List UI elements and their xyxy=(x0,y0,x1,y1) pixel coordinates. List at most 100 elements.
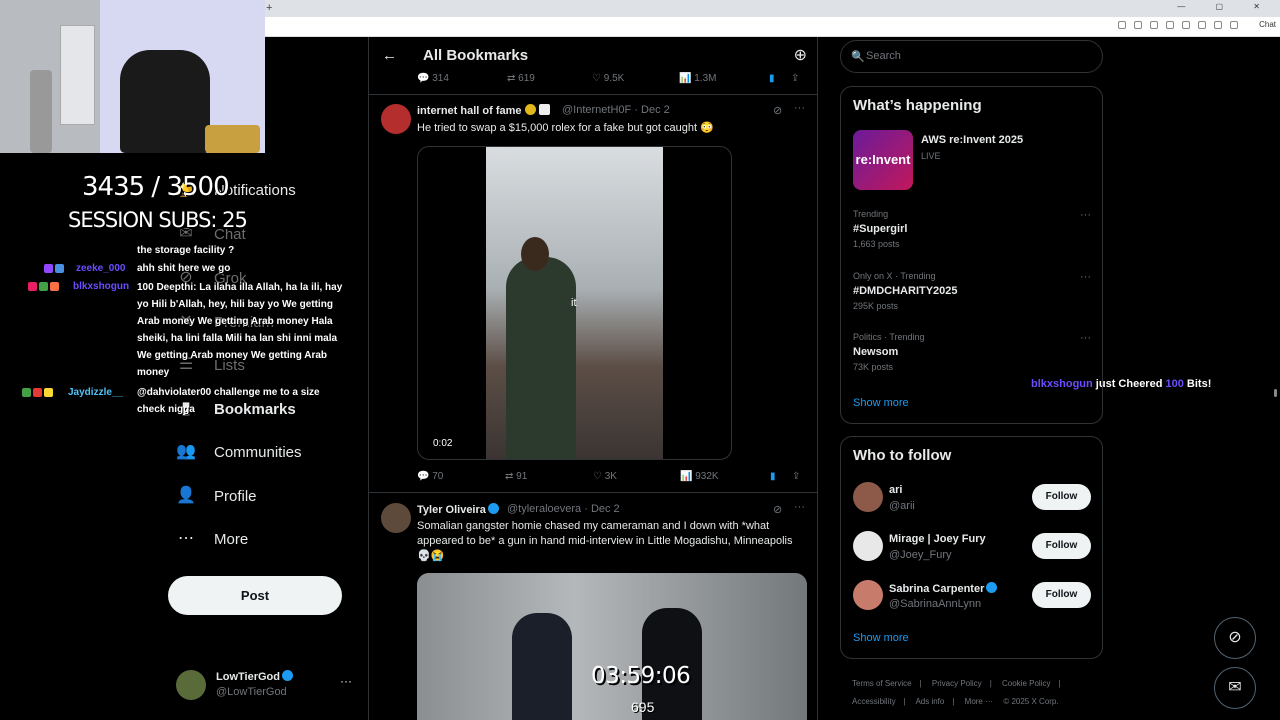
avatar[interactable] xyxy=(381,503,411,533)
extensions-icon[interactable] xyxy=(1198,21,1206,29)
cheer-text: just Cheered xyxy=(1095,378,1163,390)
refresh-icon[interactable] xyxy=(1182,21,1190,29)
repost-count: 91 xyxy=(516,471,528,482)
views-button[interactable]: 📊 932K xyxy=(680,471,770,482)
messages-fab[interactable]: ✉ xyxy=(1214,667,1256,709)
translate-icon[interactable] xyxy=(1150,21,1158,29)
follow-button[interactable]: Follow xyxy=(1032,533,1091,559)
verified-gold-icon xyxy=(524,104,536,115)
view-count: 932K xyxy=(695,471,719,482)
share-icon[interactable]: ⇪ xyxy=(791,73,799,84)
browser-chat-button[interactable]: Chat xyxy=(1259,20,1276,29)
tweet-author[interactable]: Tyler Oliveira xyxy=(417,503,499,516)
more-icon[interactable]: ··· xyxy=(794,102,805,114)
cheer-text-end: Bits! xyxy=(1186,378,1212,390)
bookmarks-timeline[interactable]: ← All Bookmarks ⊕ 💬 314 ⇄ 619 ♡ 9.5K 📊 1… xyxy=(368,37,818,720)
account-switcher[interactable]: LowTierGod @LowTierGod ··· xyxy=(176,666,356,706)
trend-context: Only on X · Trending xyxy=(853,271,936,281)
follow-suggestion[interactable]: Mirage | Joey Fury @Joey_Fury Follow xyxy=(853,531,1091,567)
more-icon[interactable]: ··· xyxy=(1080,209,1091,221)
trend-item[interactable]: Only on X · Trending #DMDCHARITY2025 295… xyxy=(853,271,1091,311)
nav-more[interactable]: ⋯ More xyxy=(176,529,248,549)
follow-suggestion[interactable]: ari @arii Follow xyxy=(853,482,1091,518)
search-input[interactable]: 🔍 Search xyxy=(840,40,1103,73)
trend-item[interactable]: Politics · Trending Newsom 73K posts ··· xyxy=(853,332,1091,372)
grok-icon[interactable]: ⊘ xyxy=(773,104,782,117)
reply-button[interactable]: 💬 314 xyxy=(417,73,507,84)
post-button[interactable]: Post xyxy=(168,576,342,615)
tweet-video[interactable]: it 0:02 xyxy=(417,146,732,460)
repost-button[interactable]: ⇄ 91 xyxy=(505,471,593,482)
grok-fab[interactable]: ⊘ xyxy=(1214,617,1256,659)
repost-button[interactable]: ⇄ 619 xyxy=(507,73,592,84)
chat-username: zeeke_000 xyxy=(76,263,126,274)
verified-icon xyxy=(986,582,998,593)
browser-tab-strip xyxy=(265,0,1280,17)
footer-link[interactable]: Privacy Policy xyxy=(932,679,982,688)
event-title[interactable]: AWS re:Invent 2025 xyxy=(921,134,1023,146)
webcam-door xyxy=(60,25,95,125)
footer-link[interactable]: More ··· xyxy=(965,697,993,706)
footer-link[interactable]: Ads info xyxy=(915,697,944,706)
tweet-video[interactable] xyxy=(417,573,807,720)
verified-icon xyxy=(487,503,499,514)
nav-communities[interactable]: 👥 Communities xyxy=(176,442,302,462)
favorite-icon[interactable] xyxy=(1166,21,1174,29)
author-name: Tyler Oliveira xyxy=(417,504,486,516)
bookmark-icon[interactable]: ▮ xyxy=(769,73,791,84)
window-controls[interactable]: — ▢ ✕ xyxy=(1177,2,1274,11)
address-bar[interactable]: Chat xyxy=(265,17,1280,37)
suggestion-name: ari xyxy=(889,484,903,496)
nav-profile[interactable]: 👤 Profile xyxy=(176,486,257,506)
scrollbar[interactable] xyxy=(1272,37,1280,720)
show-more-link[interactable]: Show more xyxy=(853,397,909,409)
chat-badges xyxy=(28,282,59,291)
views-button[interactable]: 📊 1.3M xyxy=(679,73,769,84)
bookmark-folder-icon[interactable]: ⊕ xyxy=(794,45,807,65)
follow-button[interactable]: Follow xyxy=(1032,484,1091,510)
avatar[interactable] xyxy=(381,104,411,134)
profile-icon[interactable] xyxy=(1230,21,1238,29)
tweet-handle-date[interactable]: @tyleraloevera · Dec 2 xyxy=(507,503,620,515)
suggestion-name: Mirage | Joey Fury xyxy=(889,533,986,545)
like-button[interactable]: ♡ 3K xyxy=(593,471,680,482)
show-more-link[interactable]: Show more xyxy=(853,632,909,644)
chat-message: ahh shit here we go xyxy=(137,263,231,274)
more-icon[interactable]: ··· xyxy=(794,501,805,513)
event-thumbnail[interactable]: re:Invent xyxy=(853,130,913,190)
follow-button[interactable]: Follow xyxy=(1032,582,1091,608)
webcam-toys xyxy=(205,125,260,153)
new-tab-button[interactable]: + xyxy=(266,2,272,14)
more-icon: ⋯ xyxy=(178,530,194,547)
reader-icon[interactable] xyxy=(1118,21,1126,29)
footer-link[interactable]: Cookie Policy xyxy=(1002,679,1050,688)
browser-toolbar-icons[interactable] xyxy=(1118,21,1238,29)
more-icon[interactable]: ··· xyxy=(1080,271,1091,283)
follow-suggestion[interactable]: Sabrina Carpenter @SabrinaAnnLynn Follow xyxy=(853,580,1091,616)
account-name-row: LowTierGod xyxy=(216,670,293,683)
scrollbar-thumb[interactable] xyxy=(1274,389,1277,397)
more-icon[interactable]: ··· xyxy=(1080,332,1091,344)
chat-badges xyxy=(22,388,53,397)
trend-item[interactable]: Trending #Supergirl 1,663 posts ··· xyxy=(853,209,1091,249)
panel-title: Who to follow xyxy=(853,447,952,464)
grok-icon: ⊘ xyxy=(1228,629,1242,646)
tweet-author[interactable]: internet hall of fame xyxy=(417,104,550,117)
bookmark-icon[interactable]: ▮ xyxy=(770,471,792,482)
like-button[interactable]: ♡ 9.5K xyxy=(592,73,679,84)
tweet-handle-date[interactable]: @InternetH0F · Dec 2 xyxy=(562,104,670,116)
author-handle: @InternetH0F xyxy=(562,104,632,116)
video-duration: 0:02 xyxy=(433,438,453,449)
zoom-icon[interactable] xyxy=(1134,21,1142,29)
back-arrow-icon[interactable]: ← xyxy=(382,47,397,64)
footer-link[interactable]: Terms of Service xyxy=(852,679,912,688)
collections-icon[interactable] xyxy=(1214,21,1222,29)
trend-context: Politics · Trending xyxy=(853,332,925,342)
nav-label: More xyxy=(214,530,249,548)
share-icon[interactable]: ⇪ xyxy=(792,471,800,482)
avatar xyxy=(853,531,883,561)
account-more-icon[interactable]: ··· xyxy=(340,674,352,688)
reply-button[interactable]: 💬 70 xyxy=(417,471,505,482)
footer-link[interactable]: Accessibility xyxy=(852,697,896,706)
grok-icon[interactable]: ⊘ xyxy=(773,503,782,516)
